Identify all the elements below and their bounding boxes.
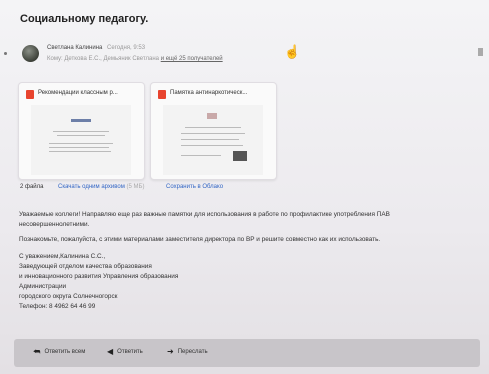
- signature-line: С уважением,Калинина С.С.,: [19, 253, 106, 260]
- recipients-list: Кому: Деткова Е.С., Демьяник Светлана: [47, 56, 160, 62]
- attachment-card-1[interactable]: Рекомендации классным р...: [18, 82, 145, 180]
- attachment-count: 2 файла: [20, 184, 44, 190]
- attachment-preview: [163, 105, 263, 175]
- collapse-dot-icon[interactable]: [4, 52, 7, 55]
- sender-line: Светлана Калинина Сегодня, 9:53: [47, 45, 145, 51]
- forward-icon: ➜: [167, 347, 174, 356]
- body-line: Уважаемые коллеги! Направляю еще раз важ…: [19, 211, 390, 218]
- hand-cursor-icon: ☝: [284, 44, 301, 59]
- reply-all-button[interactable]: ⮪ Ответить всем: [33, 347, 85, 357]
- recipients-line: Кому: Деткова Е.С., Демьяник Светлана и …: [47, 56, 223, 62]
- attachment-name: Памятка антинаркотическ...: [170, 90, 248, 96]
- sent-time: Сегодня, 9:53: [107, 45, 146, 51]
- forward-label: Переслать: [177, 348, 208, 355]
- pdf-icon: [26, 90, 34, 99]
- more-recipients-link[interactable]: и ещё 25 получателей: [161, 56, 223, 62]
- reply-button[interactable]: ◀ Ответить: [107, 347, 143, 356]
- attachment-card-2[interactable]: Памятка антинаркотическ...: [150, 82, 277, 180]
- signature-line: Заведующей отделом качества образования: [19, 263, 152, 270]
- signature-line: Администрации: [19, 283, 67, 290]
- signature-line: городского округа Солнечногорск: [19, 293, 118, 300]
- signature-line: Телефон: 8 4962 64 46 99: [19, 303, 96, 310]
- sender-name[interactable]: Светлана Калинина: [47, 45, 102, 51]
- download-archive-link[interactable]: Скачать одним архивом (5 МБ): [58, 184, 144, 190]
- archive-size: (5 МБ): [126, 184, 145, 190]
- email-subject: Социальному педагогу.: [20, 13, 149, 25]
- reply-label: Ответить: [117, 348, 143, 355]
- download-archive-label[interactable]: Скачать одним архивом: [58, 184, 125, 190]
- pdf-icon: [158, 90, 166, 99]
- avatar[interactable]: [22, 45, 39, 62]
- attachment-preview: [31, 105, 131, 175]
- bookmark-icon[interactable]: [478, 48, 483, 56]
- save-to-cloud-link[interactable]: Сохранить в Облако: [166, 184, 223, 190]
- forward-button[interactable]: ➜ Переслать: [167, 347, 208, 356]
- signature-line: и инновационного развития Управления обр…: [19, 273, 179, 280]
- body-line: несовершеннолетними.: [19, 221, 90, 228]
- attachment-name: Рекомендации классным р...: [38, 90, 118, 96]
- reply-all-icon: ⮪: [33, 347, 41, 356]
- email-view: Социальному педагогу. Светлана Калинина …: [0, 0, 489, 374]
- reply-icon: ◀: [107, 347, 114, 356]
- body-line: Познакомьте, пожалуйста, с этими материа…: [19, 236, 381, 243]
- reply-all-label: Ответить всем: [44, 349, 86, 355]
